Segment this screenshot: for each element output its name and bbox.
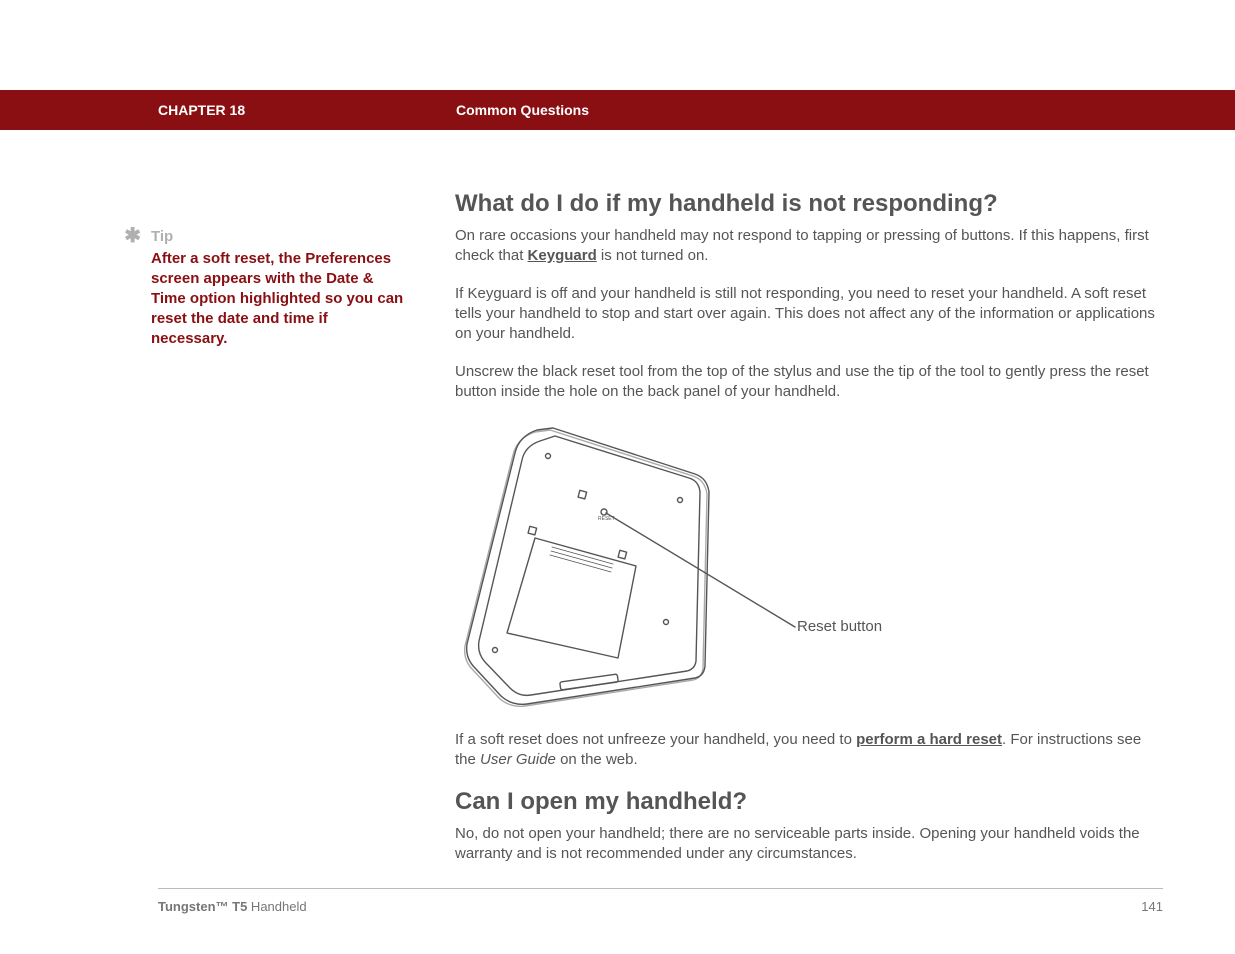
p4-text-a: If a soft reset does not unfreeze your h… <box>455 731 856 748</box>
page-footer: Tungsten™ T5 Handheld 141 <box>158 888 1163 914</box>
p4-italic: User Guide <box>480 751 556 768</box>
paragraph-2: If Keyguard is off and your handheld is … <box>455 284 1165 344</box>
page-number: 141 <box>1141 899 1163 914</box>
header-inner: CHAPTER 18 Common Questions <box>158 90 1163 130</box>
tip-label: Tip <box>151 227 405 247</box>
header-bar: CHAPTER 18 Common Questions <box>0 90 1235 130</box>
page: CHAPTER 18 Common Questions ✱ Tip After … <box>0 0 1235 954</box>
device-figure: RESET <box>455 420 1165 710</box>
tip-body: After a soft reset, the Preferences scre… <box>151 249 405 349</box>
paragraph-5: No, do not open your handheld; there are… <box>455 824 1165 864</box>
heading-1: What do I do if my handheld is not respo… <box>455 190 1165 218</box>
product-bold: Tungsten™ T5 <box>158 899 247 914</box>
keyguard-link[interactable]: Keyguard <box>528 247 597 264</box>
p4-text-c: on the web. <box>556 751 638 768</box>
main-column: What do I do if my handheld is not respo… <box>455 190 1165 882</box>
paragraph-1: On rare occasions your handheld may not … <box>455 226 1165 266</box>
figure-callout-label: Reset button <box>797 618 882 635</box>
heading-2: Can I open my handheld? <box>455 788 1165 816</box>
product-rest: Handheld <box>247 899 306 914</box>
section-label: Common Questions <box>456 102 589 118</box>
sidebar-tip: ✱ Tip After a soft reset, the Preference… <box>115 227 405 349</box>
asterisk-icon: ✱ <box>115 226 141 246</box>
paragraph-3: Unscrew the black reset tool from the to… <box>455 362 1165 402</box>
p1-text-b: is not turned on. <box>597 247 709 264</box>
handheld-illustration: RESET <box>455 420 975 710</box>
hard-reset-link[interactable]: perform a hard reset <box>856 731 1002 748</box>
product-name: Tungsten™ T5 Handheld <box>158 899 307 914</box>
chapter-label: CHAPTER 18 <box>158 102 456 118</box>
top-margin <box>0 0 1235 90</box>
paragraph-4: If a soft reset does not unfreeze your h… <box>455 730 1165 770</box>
